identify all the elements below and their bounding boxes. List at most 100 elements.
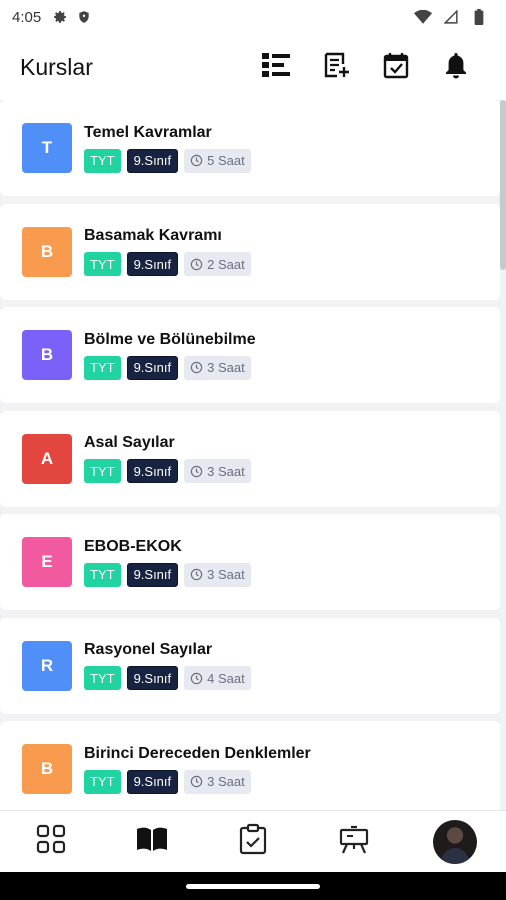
- course-title: Rasyonel Sayılar: [84, 641, 213, 658]
- course-title: Temel Kavramlar: [84, 123, 212, 141]
- clock-icon: [190, 775, 203, 788]
- page-title: Kurslar: [20, 53, 93, 80]
- clock-icon: [190, 568, 203, 581]
- course-card-body: Rasyonel Sayılar TYT 9.Sınıf 4 Saat: [84, 641, 251, 690]
- course-tags: TYT 9.Sınıf 4 Saat: [84, 666, 251, 690]
- dashboard-icon: [36, 824, 66, 859]
- clock-icon: [190, 258, 203, 271]
- course-initial-avatar: B: [22, 330, 72, 380]
- course-card-body: Basamak Kavramı TYT 9.Sınıf 2 Saat: [84, 227, 251, 276]
- exam-tag: TYT: [84, 355, 121, 380]
- scrollbar[interactable]: [500, 100, 506, 270]
- course-card[interactable]: R Rasyonel Sayılar TYT 9.Sınıf 4 Saat: [0, 617, 500, 714]
- grade-tag: 9.Sınıf: [126, 562, 179, 587]
- signal-icon: [442, 8, 460, 26]
- app-bar-actions: [246, 43, 486, 91]
- course-title: Birinci Dereceden Denklemler: [84, 744, 311, 762]
- battery-icon: [470, 8, 488, 26]
- course-initial-avatar: B: [22, 226, 72, 277]
- bell-icon: [443, 51, 469, 84]
- clock-icon: [190, 465, 203, 478]
- course-list[interactable]: T Temel Kavramlar TYT 9.Sınıf 5 Saat B Basamak…: [0, 100, 506, 810]
- course-tags: TYT 9.Sınıf 3 Saat: [84, 459, 251, 483]
- grade-tag: 9.Sınıf: [126, 252, 179, 276]
- notifications-button[interactable]: [426, 43, 486, 91]
- course-initial-avatar: E: [22, 537, 72, 587]
- status-time: 4:05: [12, 8, 42, 26]
- course-initial-avatar: B: [22, 744, 72, 794]
- clipboard-check-icon: [239, 823, 267, 860]
- duration-label: 3 Saat: [207, 567, 245, 582]
- presentation-board-icon: [338, 823, 370, 860]
- clock-icon: [190, 361, 203, 374]
- calendar-check-icon: [382, 51, 410, 84]
- duration-tag: 3 Saat: [184, 769, 251, 794]
- nav-lessons[interactable]: [324, 817, 384, 867]
- add-note-button[interactable]: [306, 43, 366, 91]
- course-card[interactable]: B Bölme ve Bölünebilme TYT 9.Sınıf 3 Saat: [0, 307, 500, 403]
- duration-tag: 4 Saat: [184, 666, 251, 690]
- course-tags: TYT 9.Sınıf 5 Saat: [84, 148, 251, 173]
- duration-tag: 2 Saat: [184, 252, 251, 276]
- course-card[interactable]: T Temel Kavramlar TYT 9.Sınıf 5 Saat: [0, 100, 500, 196]
- course-title: Asal Sayılar: [84, 434, 175, 451]
- exam-tag: TYT: [84, 459, 121, 483]
- duration-label: 4 Saat: [207, 670, 245, 686]
- exam-tag: TYT: [84, 562, 121, 587]
- shield-icon: [75, 8, 93, 26]
- grade-tag: 9.Sınıf: [126, 459, 179, 483]
- grade-tag: 9.Sınıf: [126, 666, 179, 690]
- duration-label: 3 Saat: [207, 774, 245, 789]
- nav-dashboard[interactable]: [21, 817, 81, 867]
- course-card-body: Asal Sayılar TYT 9.Sınıf 3 Saat: [84, 434, 251, 483]
- duration-label: 3 Saat: [207, 360, 245, 375]
- course-card[interactable]: E EBOB-EKOK TYT 9.Sınıf 3 Saat: [0, 514, 500, 610]
- course-card[interactable]: A Asal Sayılar TYT 9.Sınıf 3 Saat: [0, 410, 500, 507]
- course-card-body: Birinci Dereceden Denklemler TYT 9.Sınıf 3 …: [84, 745, 311, 794]
- course-card-body: Bölme ve Bölünebilme TYT 9.Sınıf 3 Saat: [84, 331, 256, 380]
- duration-tag: 5 Saat: [184, 148, 251, 173]
- gear-icon: [51, 8, 69, 26]
- nav-profile[interactable]: [425, 817, 485, 867]
- course-initial-avatar: R: [22, 640, 72, 691]
- profile-avatar: [433, 819, 478, 864]
- nav-courses[interactable]: [122, 817, 182, 867]
- clock-icon: [190, 672, 203, 685]
- course-title: Bölme ve Bölünebilme: [84, 330, 256, 348]
- clock-icon: [190, 154, 203, 167]
- wifi-icon: [414, 8, 432, 26]
- exam-tag: TYT: [84, 148, 121, 173]
- course-card[interactable]: B Birinci Dereceden Denklemler TYT 9.Sınıf 3…: [0, 721, 500, 810]
- book-icon: [135, 825, 169, 858]
- duration-label: 2 Saat: [207, 256, 245, 272]
- exam-tag: TYT: [84, 666, 121, 690]
- status-bar: 4:05: [0, 0, 506, 34]
- duration-tag: 3 Saat: [184, 562, 251, 587]
- home-gesture-handle[interactable]: [186, 883, 320, 889]
- app-bar: Kurslar: [0, 34, 506, 100]
- duration-tag: 3 Saat: [184, 459, 251, 483]
- duration-label: 3 Saat: [207, 463, 245, 479]
- grade-tag: 9.Sınıf: [126, 148, 179, 173]
- course-tags: TYT 9.Sınıf 3 Saat: [84, 355, 256, 380]
- grade-tag: 9.Sınıf: [126, 355, 179, 380]
- course-title: Basamak Kavramı: [84, 227, 222, 244]
- exam-tag: TYT: [84, 252, 121, 276]
- list-filter-button[interactable]: [246, 43, 306, 91]
- bottom-nav: [0, 810, 506, 872]
- exam-tag: TYT: [84, 769, 121, 794]
- grade-tag: 9.Sınıf: [126, 769, 179, 794]
- course-card[interactable]: B Basamak Kavramı TYT 9.Sınıf 2 Saat: [0, 203, 500, 300]
- duration-tag: 3 Saat: [184, 355, 251, 380]
- course-tags: TYT 9.Sınıf 3 Saat: [84, 769, 311, 794]
- add-note-icon: [322, 51, 350, 84]
- course-initial-avatar: T: [22, 123, 72, 173]
- calendar-button[interactable]: [366, 43, 426, 91]
- system-gesture-bar: [0, 872, 506, 900]
- list-filter-icon: [261, 52, 291, 83]
- duration-label: 5 Saat: [207, 153, 245, 168]
- nav-tasks[interactable]: [223, 817, 283, 867]
- course-tags: TYT 9.Sınıf 3 Saat: [84, 562, 251, 587]
- course-card-body: Temel Kavramlar TYT 9.Sınıf 5 Saat: [84, 124, 251, 173]
- course-initial-avatar: A: [22, 433, 72, 484]
